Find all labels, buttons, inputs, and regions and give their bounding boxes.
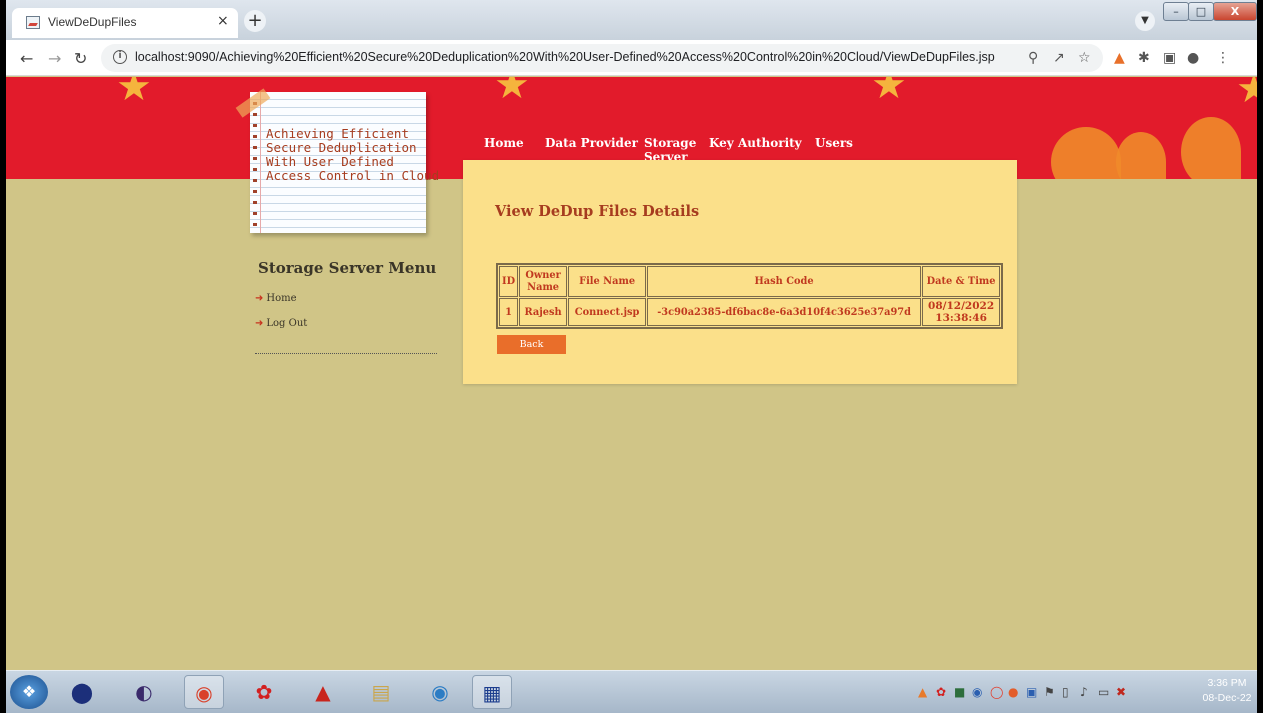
dedup-files-table: ID Owner Name File Name Hash Code Date &… (496, 263, 1004, 329)
share-icon[interactable]: ↗ (1053, 50, 1065, 66)
sidebar-link-logout[interactable]: ➜ Log Out (255, 318, 307, 329)
tray-antivirus-icon[interactable]: ◯ (990, 685, 1003, 699)
close-window-button[interactable]: X (1213, 2, 1257, 21)
cell-date-time: 08/12/2022 13:38:46 (922, 298, 1001, 326)
site-logo-notepad[interactable]: Achieving Efficient Secure Deduplication… (235, 88, 439, 233)
tab-strip: ViewDeDupFiles × + ▼ – □ X (6, 0, 1257, 40)
bookmark-star-icon[interactable]: ☆ (1078, 50, 1091, 66)
sidebar-link-label: Log Out (266, 318, 308, 329)
clock-date: 08-Dec-22 (1202, 692, 1252, 704)
notepad-margin-line (260, 92, 261, 233)
column-header-id: ID (499, 266, 519, 297)
new-tab-button[interactable]: + (244, 10, 266, 32)
tray-display-icon[interactable]: ▣ (1026, 685, 1037, 699)
acrobat-app-icon[interactable]: ▲ (303, 675, 343, 709)
tray-mute-icon[interactable]: ✖ (1116, 685, 1126, 699)
tab-close-icon[interactable]: × (217, 13, 229, 29)
tray-airtel-icon[interactable]: ✿ (936, 685, 946, 699)
nav-key-authority[interactable]: Key Authority (709, 136, 802, 150)
file-explorer-icon[interactable]: ▤ (361, 675, 401, 709)
url-text[interactable]: localhost:9090/Achieving%20Efficient%20S… (135, 50, 995, 64)
tab-search-chevron-icon[interactable]: ▼ (1135, 11, 1155, 31)
window-controls: – □ X (1163, 2, 1257, 22)
tray-monitor-icon[interactable]: ▭ (1098, 685, 1109, 699)
reload-icon[interactable]: ↻ (74, 49, 87, 68)
tab-title: ViewDeDupFiles (48, 15, 137, 29)
extensions-puzzle-icon[interactable]: ✱ (1138, 50, 1150, 66)
media-app-icon[interactable]: ◉ (420, 675, 460, 709)
table-header-row: ID Owner Name File Name Hash Code Date &… (499, 266, 1001, 297)
tray-record-icon[interactable]: ● (1008, 685, 1018, 699)
sidebar-divider (255, 353, 437, 354)
tray-app-icon[interactable]: ■ (954, 685, 965, 699)
column-header-owner: Owner Name (519, 266, 568, 297)
nav-home[interactable]: Home (484, 136, 524, 150)
tray-volume-icon[interactable]: ♪ (1080, 685, 1088, 699)
swirl-decoration (1181, 117, 1241, 179)
profile-icon[interactable]: ● (1187, 50, 1199, 66)
taskbar: ❖ ⬤ ◐ ◉ ✿ ▲ ▤ ◉ ▦ ▲ ✿ ■ ◉ ◯ ● ▣ ⚑ ▯ ♪ ▭ … (6, 670, 1257, 713)
taskbar-clock[interactable]: 3:36 PM 08-Dec-22 (1201, 676, 1253, 706)
forward-arrow-icon[interactable]: → (48, 49, 61, 68)
swirl-decoration (1051, 127, 1121, 179)
tray-network-icon[interactable]: ◉ (972, 685, 982, 699)
browser-tab[interactable]: ViewDeDupFiles × (12, 8, 238, 38)
nav-data-provider[interactable]: Data Provider (545, 136, 638, 150)
back-button[interactable]: Back (497, 335, 566, 354)
cell-owner: Rajesh (519, 298, 568, 326)
airtel-app-icon[interactable]: ✿ (244, 675, 284, 709)
extension-icon[interactable]: ▲ (1114, 50, 1125, 66)
tray-flag-icon[interactable]: ⚑ (1044, 685, 1055, 699)
star-decoration-icon: ★ (1236, 77, 1257, 112)
tray-vlc-icon[interactable]: ▲ (918, 685, 927, 699)
minimize-button[interactable]: – (1163, 2, 1189, 21)
web-page: ★ ★ ★ ★ Achieving Efficient Secure Dedup… (6, 77, 1257, 670)
menu-dots-icon[interactable]: ⋮ (1216, 50, 1230, 66)
eclipse-ide-app-icon[interactable]: ◐ (124, 675, 164, 709)
sidebar-title: Storage Server Menu (258, 259, 437, 277)
swirl-decoration (1116, 132, 1166, 179)
maximize-button[interactable]: □ (1188, 2, 1214, 21)
clock-time: 3:36 PM (1207, 677, 1247, 689)
start-button-icon[interactable]: ❖ (10, 675, 48, 709)
sidebar-link-label: Home (266, 293, 297, 304)
eclipse-app-icon[interactable]: ⬤ (62, 675, 102, 709)
cell-id: 1 (499, 298, 519, 326)
address-bar[interactable]: i localhost:9090/Achieving%20Efficient%2… (101, 44, 1103, 72)
site-title: Achieving Efficient Secure Deduplication… (266, 126, 440, 183)
tray-power-icon[interactable]: ▯ (1062, 685, 1069, 699)
column-header-date-time: Date & Time (922, 266, 1001, 297)
star-decoration-icon: ★ (116, 77, 152, 110)
back-arrow-icon[interactable]: ← (20, 49, 33, 68)
column-header-file-name: File Name (568, 266, 647, 297)
page-favicon-icon (26, 16, 40, 29)
window-app-icon[interactable]: ▦ (472, 675, 512, 709)
chrome-app-icon[interactable]: ◉ (184, 675, 224, 709)
notepad-holes (253, 102, 257, 227)
cell-hash-code: -3c90a2385-df6bac8e-6a3d10f4c3625e37a97d (647, 298, 922, 326)
table-row: 1 Rajesh Connect.jsp -3c90a2385-df6bac8e… (499, 298, 1001, 326)
page-heading: View DeDup Files Details (495, 203, 700, 220)
arrow-icon: ➜ (255, 318, 264, 329)
sidebar-link-home[interactable]: ➜ Home (255, 293, 297, 304)
arrow-icon: ➜ (255, 293, 264, 304)
star-decoration-icon: ★ (494, 77, 530, 108)
nav-users[interactable]: Users (815, 136, 853, 150)
browser-toolbar: ← → ↻ i localhost:9090/Achieving%20Effic… (6, 40, 1257, 76)
star-decoration-icon: ★ (871, 77, 907, 108)
content-panel: View DeDup Files Details ID Owner Name F… (463, 160, 1017, 384)
zoom-icon[interactable]: ⚲ (1028, 50, 1038, 66)
side-panel-icon[interactable]: ▣ (1163, 50, 1176, 66)
site-info-icon[interactable]: i (113, 50, 127, 64)
column-header-hash-code: Hash Code (647, 266, 922, 297)
cell-file-name: Connect.jsp (568, 298, 647, 326)
browser-window: ViewDeDupFiles × + ▼ – □ X ← → ↻ i local… (6, 0, 1257, 713)
